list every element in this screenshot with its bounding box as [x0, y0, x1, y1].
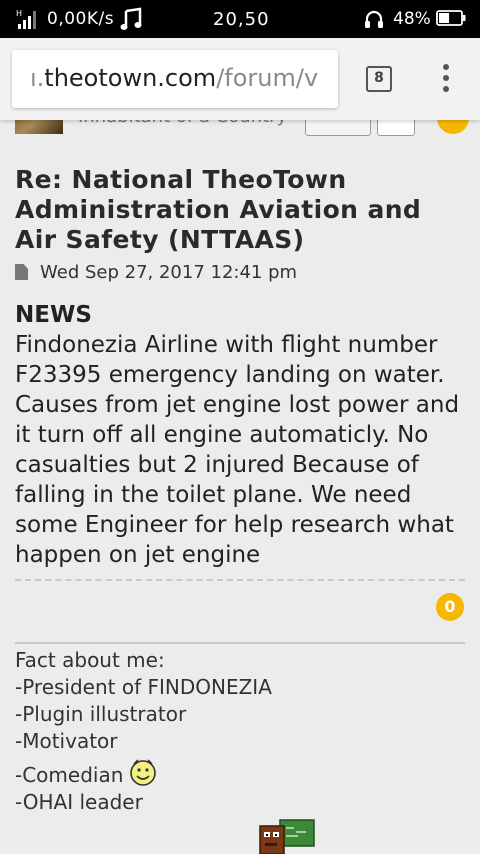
signature-line: -OHAI leader [15, 790, 143, 814]
signature-image-icon [259, 819, 315, 854]
battery-percent: 48% [393, 9, 431, 29]
headphones-icon [365, 10, 383, 28]
signature-line: -Plugin illustrator [15, 702, 187, 726]
signature-line-comedian: -Comedian [15, 755, 465, 789]
signature-line: -President of FINDONEZIA [15, 675, 272, 699]
browser-toolbar: ı.theotown.com/forum/v 8 [0, 38, 480, 120]
clock: 20,50 [213, 9, 270, 30]
svg-text:H: H [16, 9, 22, 18]
status-bar: H 0,00K/s 20,50 48% [0, 0, 480, 38]
post-meta: Wed Sep 27, 2017 12:41 pm [15, 262, 297, 283]
music-note-icon [120, 7, 142, 30]
battery-icon [436, 10, 466, 26]
address-bar[interactable]: ı.theotown.com/forum/v [12, 50, 338, 108]
overflow-menu-icon[interactable] [438, 64, 454, 96]
post-icon[interactable] [15, 264, 28, 280]
post-date: Wed Sep 27, 2017 12:41 pm [40, 262, 298, 283]
post-heading: NEWS [15, 302, 92, 328]
post-title[interactable]: Re: National TheoTown Administration Avi… [15, 165, 470, 255]
post-divider [15, 579, 465, 581]
signature-line: Fact about me: [15, 648, 165, 672]
smiley-icon [130, 759, 157, 786]
signature-line: -Motivator [15, 729, 118, 753]
like-count-badge[interactable]: 0 [436, 593, 464, 621]
post-content: NEWS Findonezia Airline with flight numb… [15, 300, 475, 570]
post-text: Findonezia Airline with flight number F2… [15, 332, 460, 568]
url-text[interactable]: ı.theotown.com/forum/v [30, 64, 318, 92]
signature-divider [15, 642, 465, 644]
network-speed: 0,00K/s [47, 9, 115, 29]
tabs-icon[interactable]: 8 [366, 66, 392, 92]
signature: Fact about me: -President of FINDONEZIA … [15, 647, 465, 816]
signal-icon: H [16, 9, 36, 29]
